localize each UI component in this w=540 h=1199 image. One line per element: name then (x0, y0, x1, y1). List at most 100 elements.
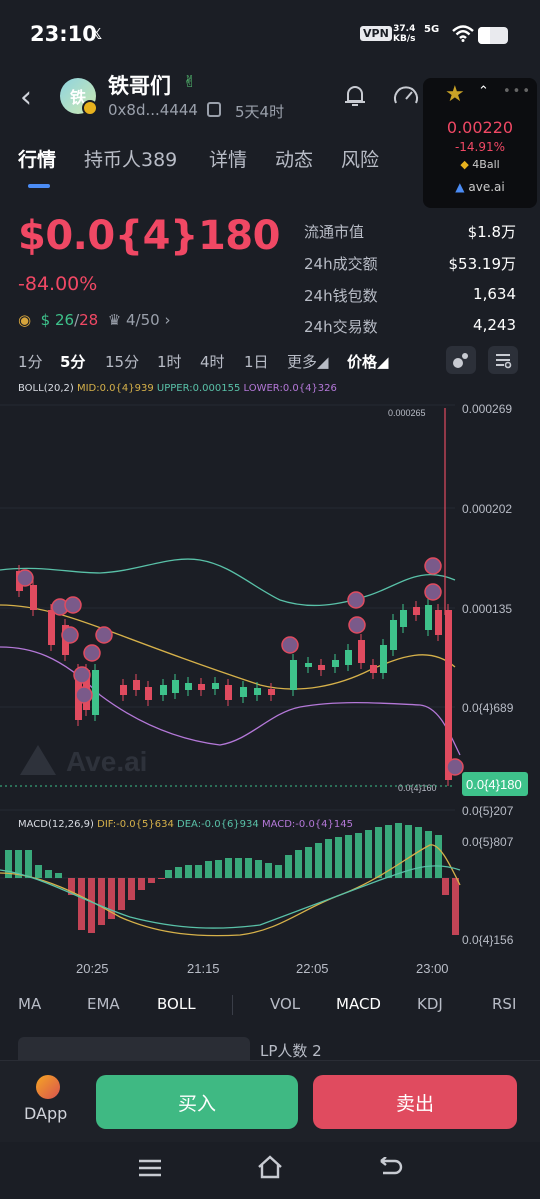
macd-histogram-bar (25, 850, 32, 878)
back-nav-icon[interactable] (377, 1157, 403, 1179)
dapp-icon[interactable] (36, 1075, 60, 1099)
stat-label: 24h交易数 (304, 318, 378, 336)
token-name: 铁哥们 (108, 74, 171, 98)
indicator-kdj[interactable]: KDJ (417, 995, 443, 1013)
tab-risk[interactable]: 风险 (341, 145, 379, 172)
macd-histogram-bar (305, 847, 312, 878)
menu-icon[interactable] (139, 1159, 161, 1177)
price-chart[interactable]: Ave.ai 0.000269 0.000202 0.000135 0.0{4}689 0… (0, 395, 540, 985)
copy-icon[interactable] (207, 102, 221, 117)
y-tick-label: 0.000135 (462, 602, 512, 616)
candle-body (48, 610, 55, 645)
macd-dea: DEA:-0.0{6}934 (177, 819, 259, 830)
token-badges[interactable]: ◉ $ 26/28 ♛ 4/50 › (18, 311, 170, 329)
more-icon[interactable]: ••• (503, 84, 532, 99)
candle-body (445, 610, 452, 780)
chart-settings-button[interactable] (488, 346, 518, 374)
macd-histogram-bar (325, 839, 332, 878)
clock: 23:10 (30, 22, 97, 46)
back-button[interactable]: ‹ (20, 80, 32, 115)
tab-activity[interactable]: 动态 (275, 145, 313, 172)
macd-histogram-bar (225, 858, 232, 878)
candle-body (318, 665, 325, 670)
indicator-ma[interactable]: MA (18, 995, 41, 1013)
x-logo-icon: 𝕏 (90, 25, 103, 43)
macd-histogram-bar (45, 870, 52, 878)
interval-1d[interactable]: 1日 (244, 351, 269, 372)
macd-histogram-bar (158, 878, 165, 879)
badge-count-a: 26 (54, 311, 75, 329)
chevron-right-icon: › (164, 311, 171, 329)
candle-body (332, 660, 339, 667)
interval-1m[interactable]: 1分 (18, 351, 43, 372)
macd-histogram-bar (275, 865, 282, 878)
home-icon[interactable] (257, 1155, 283, 1179)
stat-label: 24h钱包数 (304, 287, 378, 305)
low-price-label: 0.0{4}160 (398, 783, 437, 793)
pair-selector-peek[interactable] (18, 1037, 250, 1061)
watermark-text: Ave.ai (66, 746, 147, 777)
sell-button[interactable]: 卖出 (313, 1075, 517, 1129)
trader-avatar-marker (348, 616, 366, 634)
tab-holders[interactable]: 持币人389 (84, 145, 177, 172)
settings-sliders-icon (496, 354, 512, 369)
trader-avatar-marker (424, 557, 442, 575)
collapse-icon[interactable]: ⌃ (478, 84, 489, 99)
interval-5m[interactable]: 5分 (60, 351, 85, 372)
macd-histogram-bar (355, 833, 362, 878)
indicator-boll[interactable]: BOLL (157, 995, 196, 1013)
stat-value: 1,634 (473, 285, 516, 303)
macd-histogram-bar (345, 835, 352, 878)
widget-pair: ◆ 4Ball (423, 158, 537, 171)
interval-1h[interactable]: 1时 (157, 351, 182, 372)
trader-avatar-marker (64, 596, 82, 614)
floating-price-widget[interactable]: ★ ⌃ ••• 0.00220 -14.91% ◆ 4Ball ▲ ave.ai (423, 78, 537, 208)
indicator-rsi[interactable]: RSI (492, 995, 516, 1013)
gauge-icon[interactable] (392, 83, 420, 111)
current-price: $0.0{4}180 (18, 213, 280, 259)
network-speed: 37.4 KB/s (393, 24, 415, 44)
bnb-icon: ◆ (460, 158, 469, 171)
buy-button[interactable]: 买入 (96, 1075, 298, 1129)
macd-tick-label: 0.0{5}807 (462, 835, 514, 849)
token-age: 5天4时 (235, 103, 285, 121)
candle-body (92, 670, 99, 715)
indicator-vol[interactable]: VOL (270, 995, 300, 1013)
trader-avatar-marker (424, 583, 442, 601)
boll-legend: BOLL(20,2) MID:0.0{4}939 UPPER:0.000155 … (18, 383, 337, 394)
candle-body (345, 650, 352, 665)
y-tick-label: 0.0{5}207 (462, 804, 514, 818)
star-icon[interactable]: ★ (445, 82, 465, 107)
candle-body (212, 683, 219, 689)
crown-icon: ♛ (107, 311, 122, 329)
wifi-icon (452, 25, 474, 42)
macd-histogram-bar (375, 827, 382, 878)
price-mode-select[interactable]: 价格◢ (347, 351, 389, 372)
macd-dif: DIF:-0.0{5}634 (97, 819, 174, 830)
tab-details[interactable]: 详情 (209, 145, 247, 172)
interval-4h[interactable]: 4时 (200, 351, 225, 372)
indicator-macd[interactable]: MACD (336, 995, 381, 1013)
macd-histogram-bar (435, 835, 442, 878)
macd-histogram-bar (285, 855, 292, 878)
network-type: 5G (424, 24, 440, 35)
macd-histogram-bar (195, 865, 202, 878)
high-price-label: 0.000265 (388, 408, 426, 418)
interval-more[interactable]: 更多◢ (287, 351, 329, 372)
trader-avatar-marker (347, 591, 365, 609)
trader-avatar-marker (16, 569, 34, 587)
bell-icon[interactable] (342, 83, 368, 109)
boll-mid: MID:0.0{4}939 (76, 383, 154, 394)
trader-avatar-marker (61, 626, 79, 644)
speed-unit: KB/s (393, 34, 416, 44)
dapp-label[interactable]: DApp (24, 1104, 67, 1123)
tab-market[interactable]: 行情 (18, 145, 56, 172)
drawing-tool-button[interactable] (446, 346, 476, 374)
macd-histogram-bar (245, 858, 252, 878)
lp-count: LP人数 2 (260, 1042, 322, 1060)
interval-15m[interactable]: 15分 (105, 351, 139, 372)
macd-histogram-bar (265, 863, 272, 878)
stat-value: 4,243 (473, 316, 516, 334)
macd-histogram-bar (78, 878, 85, 930)
indicator-ema[interactable]: EMA (87, 995, 120, 1013)
